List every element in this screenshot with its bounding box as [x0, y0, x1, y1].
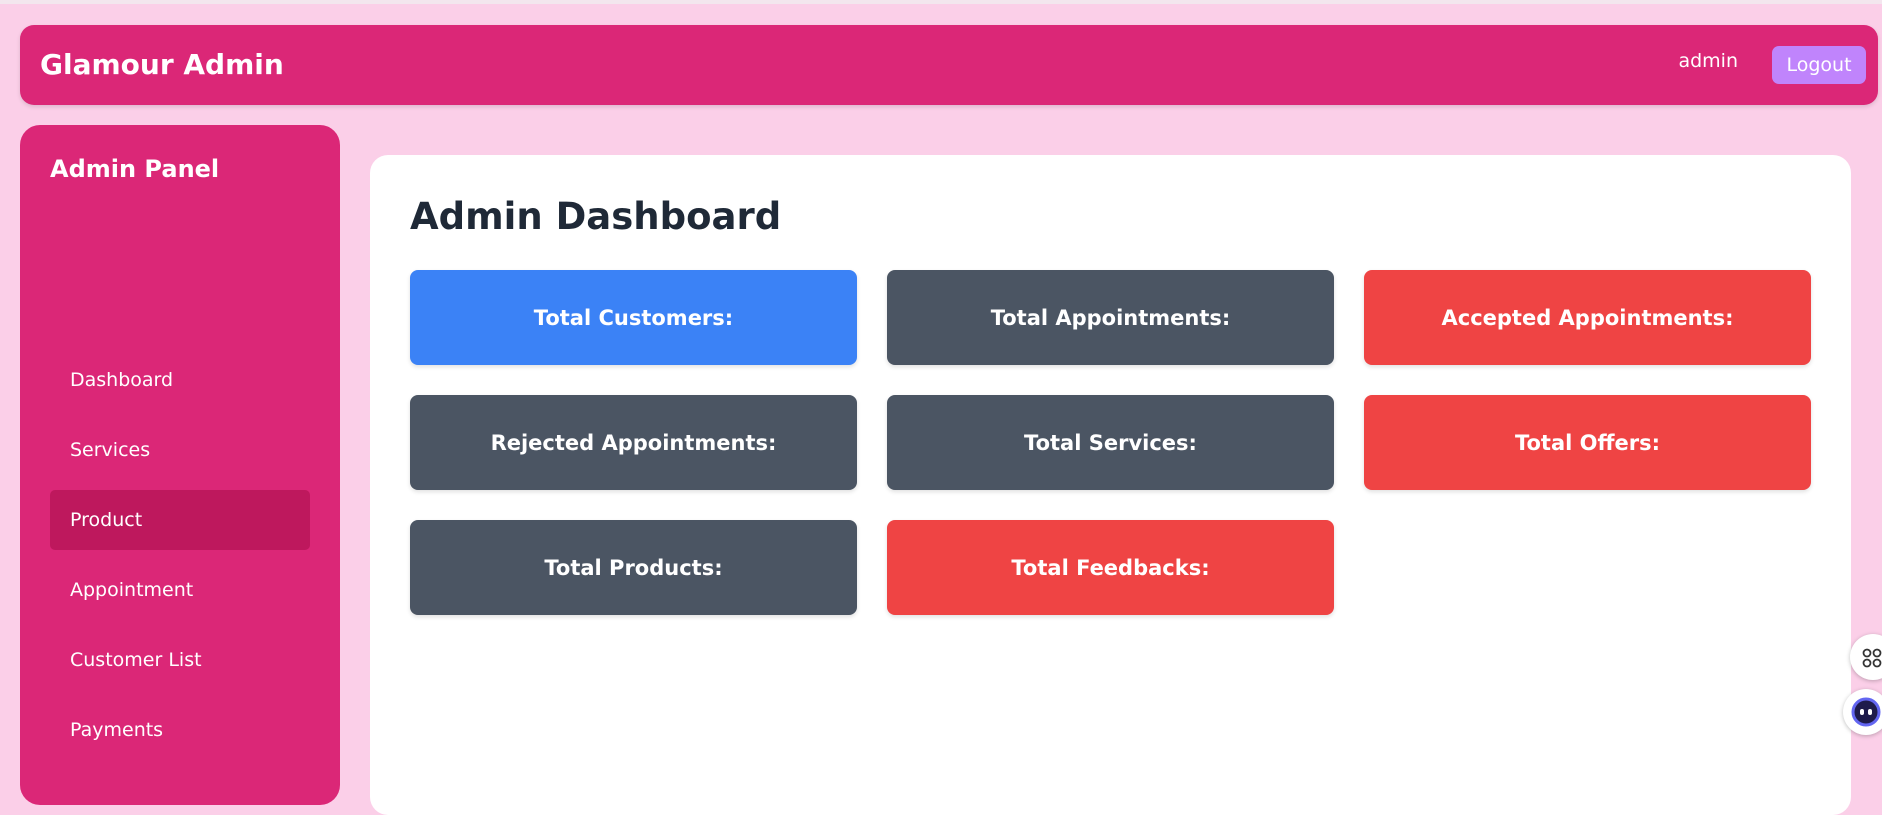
sidebar: Admin Panel Dashboard Services Product A…	[20, 125, 340, 805]
brand-title: Glamour Admin	[40, 48, 284, 81]
sidebar-item-product[interactable]: Product	[50, 490, 310, 550]
apps-icon	[1862, 648, 1882, 668]
stat-card-accepted-appointments: Accepted Appointments:	[1364, 270, 1811, 365]
top-strip	[0, 0, 1882, 4]
stat-card-total-services: Total Services:	[887, 395, 1334, 490]
sidebar-item-services[interactable]: Services	[50, 420, 310, 480]
sidebar-item-dashboard[interactable]: Dashboard	[50, 350, 310, 410]
stat-card-total-feedbacks: Total Feedbacks:	[887, 520, 1334, 615]
stat-card-total-offers: Total Offers:	[1364, 395, 1811, 490]
sidebar-item-customer-list[interactable]: Customer List	[50, 630, 310, 690]
stat-card-total-appointments: Total Appointments:	[887, 270, 1334, 365]
assistant-icon	[1851, 697, 1881, 727]
assistant-float-button[interactable]	[1843, 689, 1882, 735]
sidebar-item-appointment[interactable]: Appointment	[50, 560, 310, 620]
stat-card-total-products: Total Products:	[410, 520, 857, 615]
top-header: Glamour Admin admin Logout	[20, 25, 1878, 105]
sidebar-item-payments[interactable]: Payments	[50, 700, 310, 760]
current-user: admin	[1678, 50, 1738, 72]
page-title: Admin Dashboard	[410, 195, 782, 238]
sidebar-title: Admin Panel	[50, 155, 220, 183]
apps-float-button[interactable]	[1850, 634, 1882, 680]
logout-button[interactable]: Logout	[1772, 46, 1866, 84]
stat-card-total-customers: Total Customers:	[410, 270, 857, 365]
stat-card-rejected-appointments: Rejected Appointments:	[410, 395, 857, 490]
main-content: Admin Dashboard Total Customers: Total A…	[370, 155, 1851, 815]
